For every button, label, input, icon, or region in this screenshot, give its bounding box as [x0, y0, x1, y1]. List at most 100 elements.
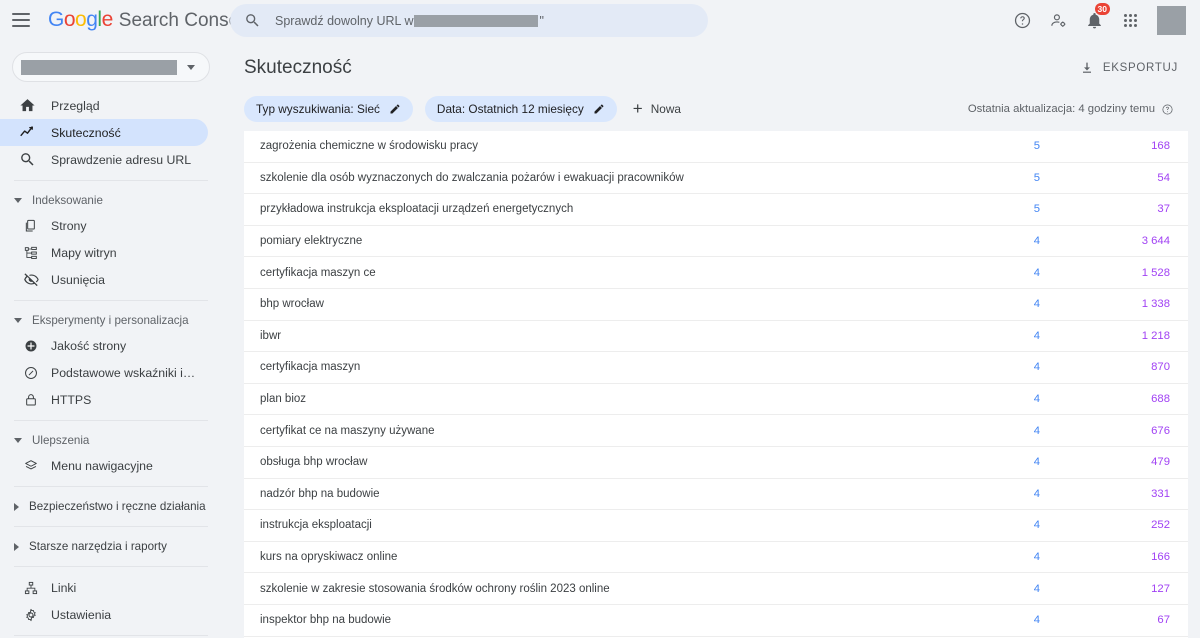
table-row[interactable]: szkolenie dla osób wyznaczonych do zwalc… [244, 163, 1188, 195]
clicks-cell: 4 [1033, 266, 1040, 279]
query-cell: kurs na opryskiwacz online [260, 551, 398, 564]
last-update-label: Ostatnia aktualizacja: 4 godziny temu [967, 103, 1155, 115]
sidebar-group-label: Eksperymenty i personalizacja [32, 313, 189, 327]
removals-eye-off-icon [22, 271, 40, 289]
impressions-cell: 1 218 [1141, 329, 1170, 342]
sidebar-group-security[interactable]: Bezpieczeństwo i ręczne działania [0, 494, 222, 519]
add-filter-button[interactable]: + Nowa [629, 99, 685, 118]
table-row[interactable]: inspektor bhp na budowie 4 67 [244, 605, 1188, 637]
pencil-icon [389, 103, 401, 115]
lock-icon [22, 391, 40, 409]
clicks-cell: 4 [1033, 582, 1040, 595]
pages-icon [22, 217, 40, 235]
sidebar-item-breadcrumbs[interactable]: Menu nawigacyjne [0, 452, 208, 479]
pencil-icon [593, 103, 605, 115]
chevron-down-icon [14, 437, 22, 443]
clicks-cell: 4 [1033, 519, 1040, 532]
filter-chip-date[interactable]: Data: Ostatnich 12 miesięcy [424, 96, 617, 122]
sidebar-item-settings[interactable]: Ustawienia [0, 601, 208, 628]
sidebar-item-label: Menu nawigacyjne [51, 458, 153, 473]
main-header: Skuteczność EKSPORTUJ [222, 40, 1200, 90]
sidebar-item-overview[interactable]: Przegląd [0, 92, 208, 119]
clicks-cell: 4 [1033, 487, 1040, 500]
hamburger-menu-icon[interactable] [12, 8, 36, 32]
query-cell: nadzór bhp na budowie [260, 487, 380, 500]
sidebar-item-label: Podstawowe wskaźniki i… [51, 365, 196, 380]
google-logo: Google [48, 8, 113, 31]
impressions-cell: 3 644 [1141, 235, 1170, 248]
table-row[interactable]: certyfikacja maszyn 4 870 [244, 352, 1188, 384]
impressions-cell: 479 [1151, 456, 1170, 469]
sidebar-item-pages[interactable]: Strony [0, 212, 208, 239]
sidebar-item-links[interactable]: Linki [0, 574, 208, 601]
notifications-bell-icon[interactable]: 30 [1081, 3, 1110, 33]
plus-icon: + [632, 99, 643, 118]
sidebar-group-enhancements[interactable]: Ulepszenia [0, 428, 222, 452]
sidebar-item-label: Linki [51, 580, 77, 595]
table-row[interactable]: zagrożenia chemiczne w środowisku pracy 5… [244, 131, 1188, 163]
filter-chip-search-type[interactable]: Typ wyszukiwania: Sieć [244, 96, 413, 122]
query-cell: inspektor bhp na budowie [260, 614, 392, 627]
table-row[interactable]: obsługa bhp wrocław 4 479 [244, 447, 1188, 479]
avatar[interactable] [1157, 5, 1186, 35]
clicks-cell: 4 [1033, 329, 1040, 342]
query-cell: certyfikat ce na maszyny używane [260, 424, 435, 437]
clicks-cell: 4 [1033, 298, 1040, 311]
table-row[interactable]: instrukcja eksploatacji 4 252 [244, 510, 1188, 542]
table-row[interactable]: bhp wrocław 4 1 338 [244, 289, 1188, 321]
query-cell: szkolenie dla osób wyznaczonych do zwalc… [260, 171, 684, 184]
sidebar-item-core-web-vitals[interactable]: Podstawowe wskaźniki i… [0, 359, 208, 386]
property-name-redacted [21, 59, 177, 75]
top-bar-actions: 30 [1009, 3, 1190, 35]
impressions-cell: 870 [1151, 361, 1170, 374]
impressions-cell: 1 338 [1141, 298, 1170, 311]
sidebar-item-removals[interactable]: Usunięcia [0, 266, 208, 293]
sidebar-group-legacy-tools[interactable]: Starsze narzędzia i raporty [0, 534, 222, 559]
export-button[interactable]: EKSPORTUJ [1069, 54, 1188, 82]
filter-chip-label: Data: Ostatnich 12 miesięcy [436, 102, 584, 116]
impressions-cell: 67 [1157, 614, 1170, 627]
sidebar-item-performance[interactable]: Skuteczność [0, 119, 208, 146]
sidebar-item-url-inspection[interactable]: Sprawdzenie adresu URL [0, 146, 208, 173]
divider [14, 486, 208, 487]
help-circle-icon[interactable] [1161, 103, 1174, 116]
table-row[interactable]: ibwr 4 1 218 [244, 321, 1188, 353]
table-row[interactable]: pomiary elektryczne 4 3 644 [244, 226, 1188, 258]
query-cell: pomiary elektryczne [260, 235, 363, 248]
impressions-cell: 54 [1157, 171, 1170, 184]
table-row[interactable]: szkolenie w zakresie stosowania środków … [244, 573, 1188, 605]
query-cell: szkolenie w zakresie stosowania środków … [260, 582, 610, 595]
divider [14, 526, 208, 527]
apps-grid-icon[interactable] [1117, 7, 1143, 33]
table-row[interactable]: nadzór bhp na budowie 4 331 [244, 479, 1188, 511]
search-placeholder-prefix: Sprawdź dowolny URL w [275, 13, 414, 28]
table-row[interactable]: certyfikacja maszyn ce 4 1 528 [244, 257, 1188, 289]
clicks-cell: 4 [1033, 551, 1040, 564]
query-cell: certyfikacja maszyn ce [260, 266, 376, 279]
table-row[interactable]: plan bioz 4 688 [244, 384, 1188, 416]
sidebar-item-sitemaps[interactable]: Mapy witryn [0, 239, 208, 266]
sidebar-group-experiments[interactable]: Eksperymenty i personalizacja [0, 308, 222, 332]
divider [14, 420, 208, 421]
table-row[interactable]: certyfikat ce na maszyny używane 4 676 [244, 415, 1188, 447]
page-experience-icon [22, 337, 40, 355]
home-icon [18, 97, 36, 115]
sidebar-group-indexing[interactable]: Indeksowanie [0, 188, 222, 212]
impressions-cell: 168 [1151, 140, 1170, 153]
filter-chip-label: Typ wyszukiwania: Sieć [256, 102, 380, 116]
impressions-cell: 127 [1151, 582, 1170, 595]
table-row[interactable]: przykładowa instrukcja eksploatacji urzą… [244, 194, 1188, 226]
queries-table: zagrożenia chemiczne w środowisku pracy 5… [244, 131, 1188, 638]
property-selector[interactable] [12, 52, 210, 82]
impressions-cell: 676 [1151, 424, 1170, 437]
add-filter-label: Nowa [650, 102, 681, 116]
table-row[interactable]: kurs na opryskiwacz online 4 166 [244, 542, 1188, 574]
clicks-cell: 4 [1033, 393, 1040, 406]
sidebar-item-label: Mapy witryn [51, 245, 117, 260]
sidebar-item-https[interactable]: HTTPS [0, 386, 208, 413]
search-input[interactable]: Sprawdź dowolny URL w " [230, 4, 708, 37]
sidebar-item-page-experience[interactable]: Jakość strony [0, 332, 208, 359]
account-settings-icon[interactable] [1045, 7, 1071, 33]
help-icon[interactable] [1009, 7, 1035, 33]
trending-up-icon [18, 124, 36, 142]
